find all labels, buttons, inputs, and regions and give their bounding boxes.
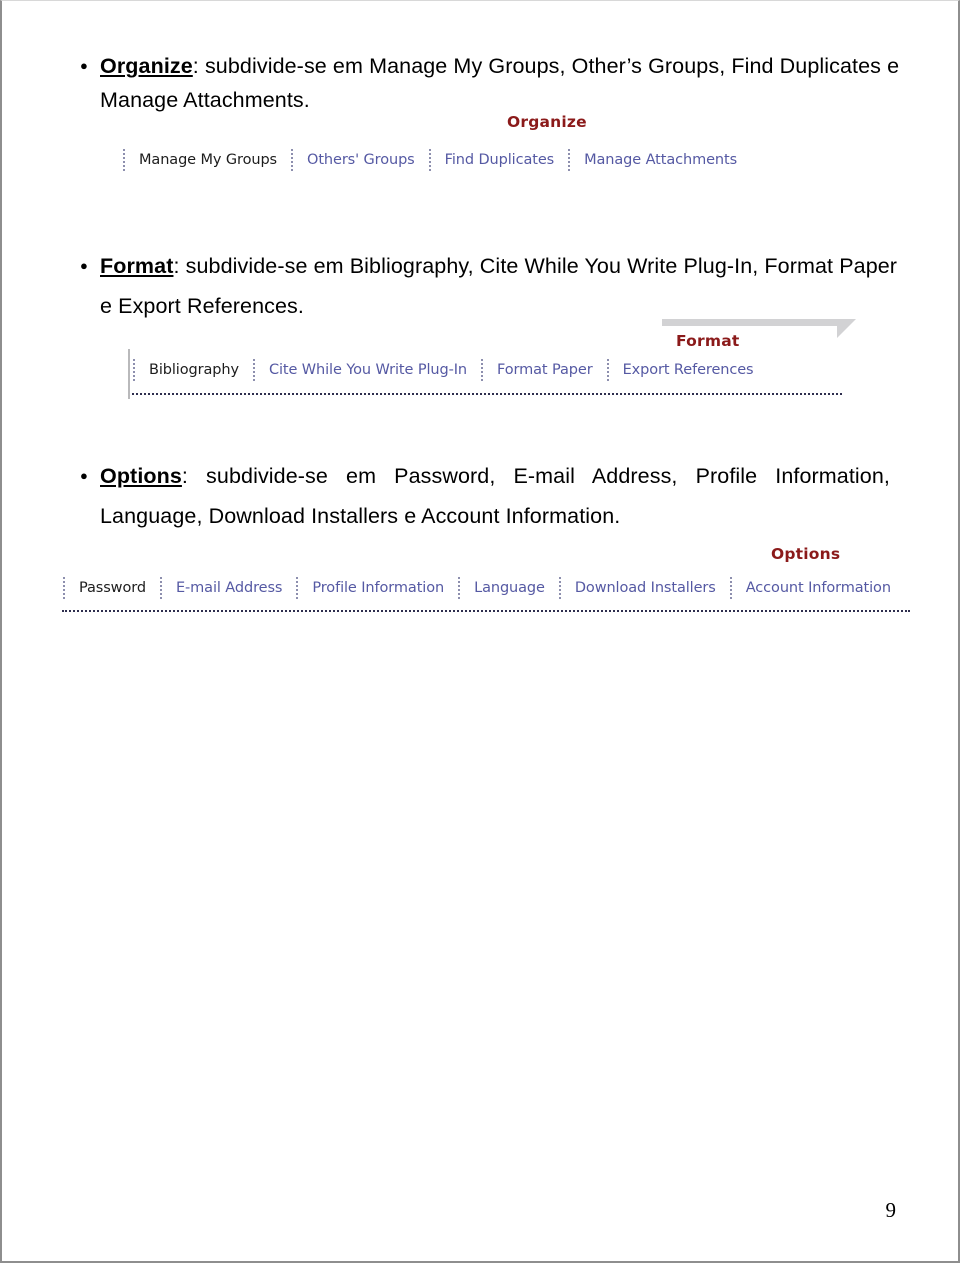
document-page: Organize: subdivide-se em Manage My Grou…	[0, 0, 960, 1263]
toolbar-item-cite-while-you-write-plug-in[interactable]: Cite While You Write Plug-In	[256, 357, 480, 383]
keyword-options: Options	[100, 464, 182, 488]
folded-corner-icon	[837, 319, 856, 338]
paragraph-text-format: Format: subdivide-se em Bibliography, Ci…	[100, 246, 904, 326]
endnote-toolbar-organize: Organize Manage My Groups Others' Groups…	[122, 113, 862, 183]
toolbar-items-options: Password E-mail Address Profile Informat…	[62, 575, 904, 601]
toolbar-items-organize: Manage My Groups Others' Groups Find Dup…	[122, 147, 750, 173]
toolbar-separator	[296, 577, 299, 599]
paragraph-rest-organize: : subdivide-se em Manage My Groups, Othe…	[100, 54, 900, 112]
paragraph-text-organize: Organize: subdivide-se em Manage My Grou…	[100, 49, 904, 117]
bullet-paragraph-format: Format: subdivide-se em Bibliography, Ci…	[74, 246, 904, 326]
keyword-format: Format	[100, 254, 174, 278]
paragraph-rest-format: : subdivide-se em Bibliography, Cite Whi…	[100, 254, 898, 318]
bullet-point-icon	[74, 246, 100, 288]
toolbar-items-format: Bibliography Cite While You Write Plug-I…	[132, 357, 767, 383]
toolbar-item-profile-information[interactable]: Profile Information	[299, 575, 457, 601]
toolbar-separator	[480, 359, 483, 381]
bullet-paragraph-organize: Organize: subdivide-se em Manage My Grou…	[74, 49, 904, 117]
keyword-organize: Organize	[100, 54, 193, 78]
toolbar-item-language[interactable]: Language	[461, 575, 558, 601]
toolbar-separator	[729, 577, 732, 599]
toolbar-item-find-duplicates[interactable]: Find Duplicates	[432, 147, 567, 173]
toolbar-item-manage-my-groups[interactable]: Manage My Groups	[126, 147, 290, 173]
toolbar-item-manage-attachments[interactable]: Manage Attachments	[571, 147, 750, 173]
toolbar-underline-format	[132, 393, 842, 395]
toolbar-separator	[606, 359, 609, 381]
toolbar-separator	[159, 577, 162, 599]
toolbar-caption-format: Format	[676, 332, 740, 350]
toolbar-separator	[458, 577, 461, 599]
toolbar-item-account-information[interactable]: Account Information	[733, 575, 904, 601]
toolbar-item-format-paper[interactable]: Format Paper	[484, 357, 606, 383]
endnote-toolbar-format: Format Bibliography Cite While You Write…	[128, 319, 858, 399]
bullet-point-icon	[74, 49, 100, 85]
toolbar-item-others-groups[interactable]: Others' Groups	[294, 147, 428, 173]
toolbar-separator	[568, 149, 571, 171]
toolbar-item-password[interactable]: Password	[66, 575, 159, 601]
toolbar-caption-options: Options	[771, 545, 841, 563]
toolbar-separator	[252, 359, 255, 381]
toolbar-separator	[291, 149, 294, 171]
toolbar-item-bibliography[interactable]: Bibliography	[136, 357, 252, 383]
toolbar-item-export-references[interactable]: Export References	[610, 357, 767, 383]
bullet-point-icon	[74, 456, 100, 498]
paragraph-text-options: Options: subdivide-se em Password, E-mai…	[100, 456, 890, 536]
toolbar-item-e-mail-address[interactable]: E-mail Address	[163, 575, 295, 601]
toolbar-underline-options	[62, 610, 910, 612]
toolbar-separator	[133, 359, 135, 381]
toolbar-separator	[558, 577, 561, 599]
endnote-toolbar-options: Options Password E-mail Address Profile …	[62, 545, 912, 615]
toolbar-separator	[123, 149, 125, 171]
bullet-paragraph-options: Options: subdivide-se em Password, E-mai…	[74, 456, 906, 536]
toolbar-graybar-format	[662, 319, 856, 338]
paragraph-rest-options: : subdivide-se em Password, E-mail Addre…	[100, 464, 890, 528]
toolbar-separator	[428, 149, 431, 171]
toolbar-item-download-installers[interactable]: Download Installers	[562, 575, 729, 601]
page-number: 9	[885, 1198, 897, 1222]
toolbar-separator	[63, 577, 65, 599]
toolbar-left-rule-format	[128, 349, 130, 399]
toolbar-caption-organize: Organize	[507, 113, 587, 131]
